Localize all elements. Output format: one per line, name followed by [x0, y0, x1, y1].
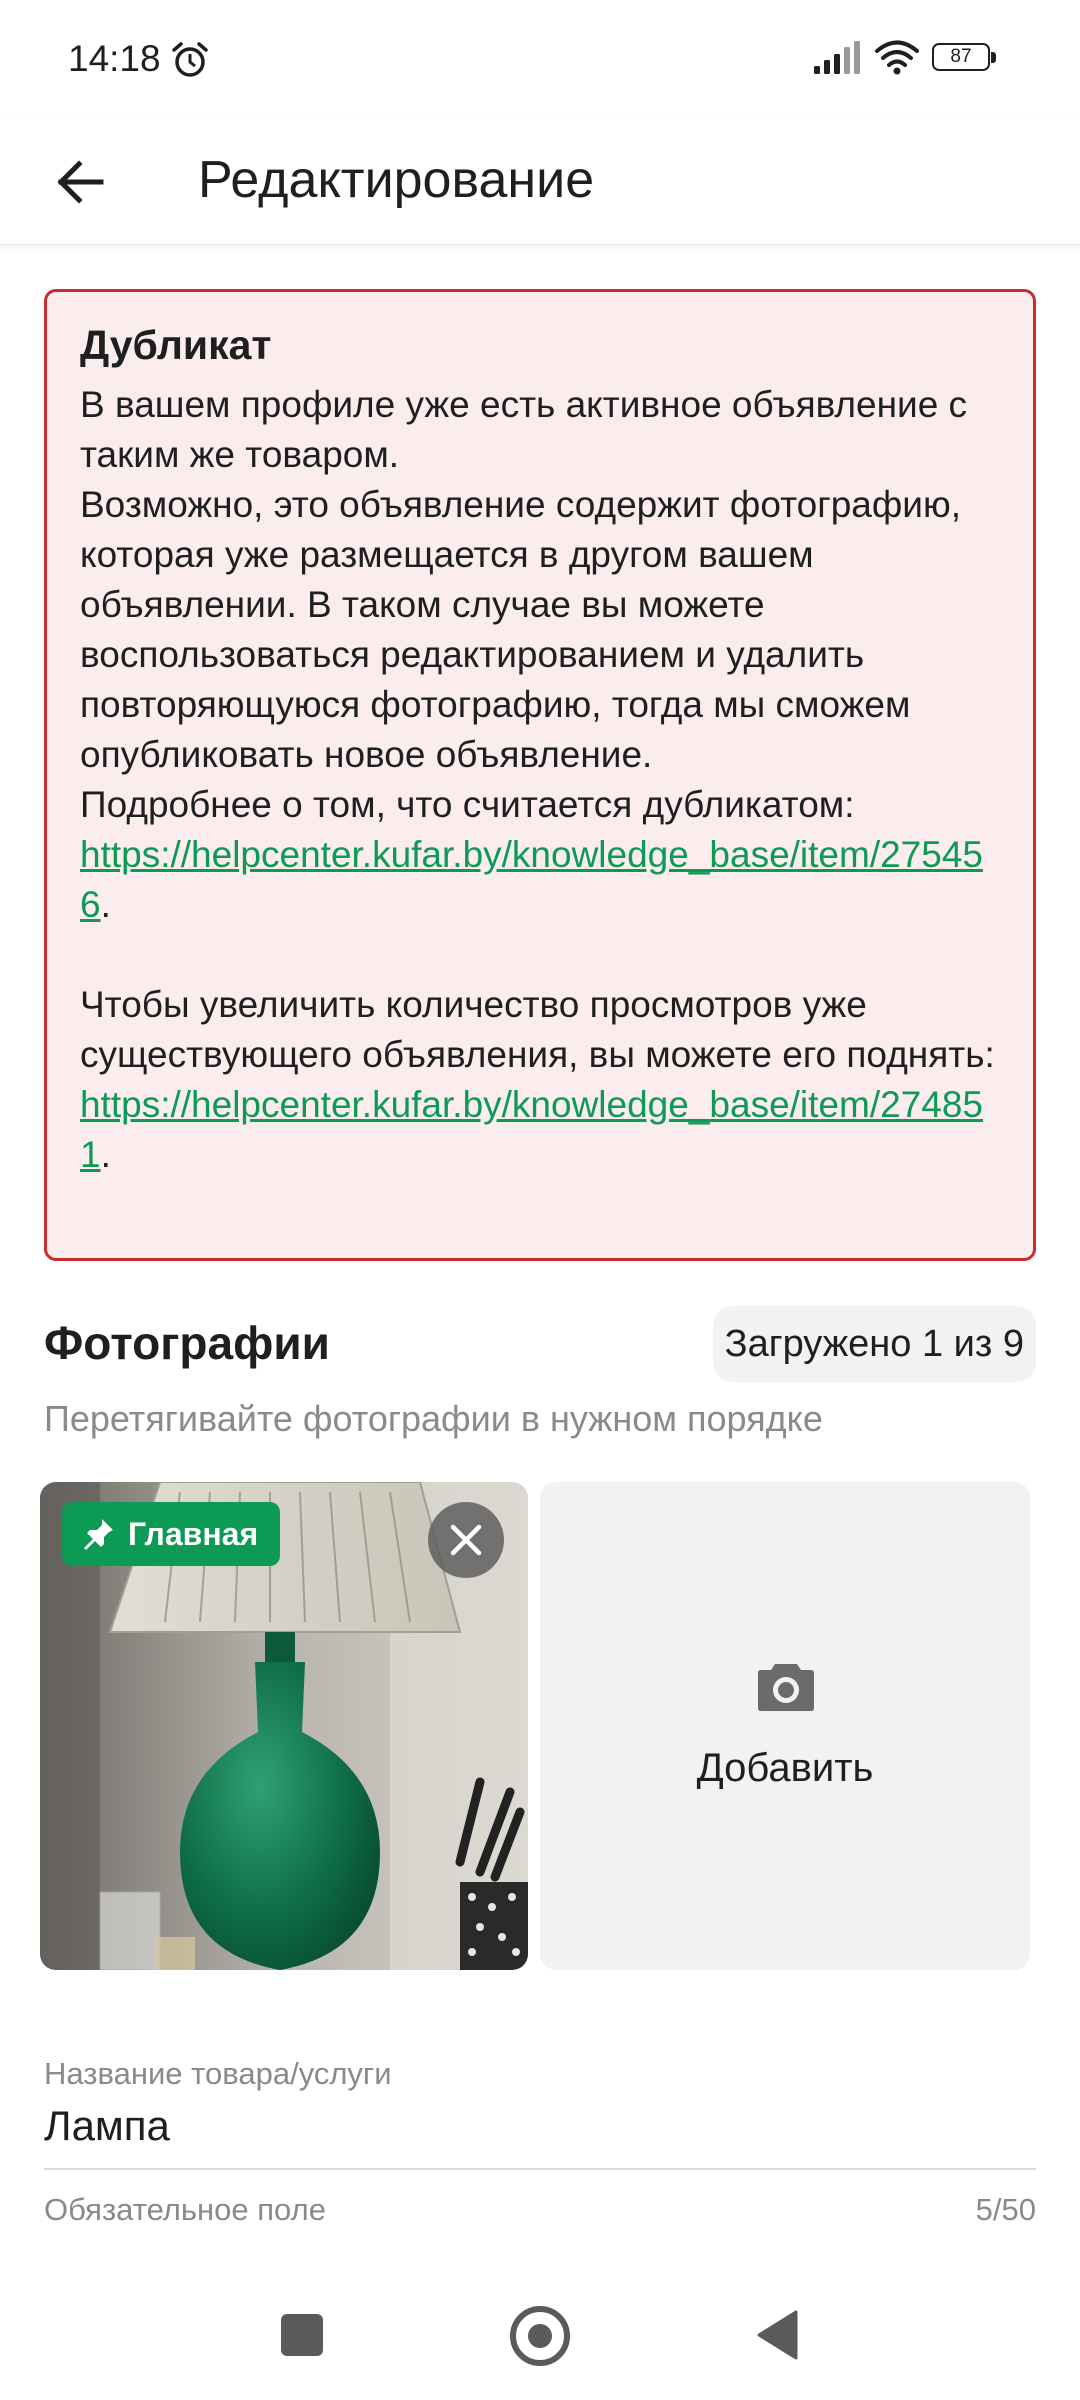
alert-text-3: Подробнее о том, что считается дубликато…: [80, 780, 1001, 930]
photos-header: Фотографии Загружено 1 из 9: [44, 1306, 1036, 1382]
remove-photo-button[interactable]: [428, 1502, 504, 1578]
title-field-label: Название товара/услуги: [44, 2056, 392, 2091]
signal-icon: [814, 41, 860, 74]
duplicate-help-link[interactable]: https://helpcenter.kufar.by/knowledge_ba…: [80, 834, 983, 925]
system-nav-bar: [0, 2290, 1080, 2400]
app-bar: Редактирование: [0, 120, 1080, 245]
alert-text-2: Возможно, это объявление содержит фотогр…: [80, 484, 961, 775]
period-1: .: [100, 884, 111, 925]
battery-icon: 87: [932, 43, 998, 73]
add-photo-button[interactable]: Добавить: [540, 1482, 1030, 1970]
title-field-counter: 5/50: [975, 2192, 1036, 2227]
period-2: .: [100, 1134, 111, 1175]
nav-back-icon[interactable]: [756, 2310, 798, 2360]
photos-hint: Перетягивайте фотографии в нужном порядк…: [44, 1398, 823, 1439]
alert-text-4-label: Чтобы увеличить количество просмотров уж…: [80, 984, 995, 1075]
page-title: Редактирование: [198, 151, 595, 209]
add-photo-label: Добавить: [696, 1746, 874, 1790]
main-photo-badge: Главная: [62, 1502, 281, 1566]
raise-help-link[interactable]: https://helpcenter.kufar.by/knowledge_ba…: [80, 1084, 983, 1175]
main-badge-label: Главная: [128, 1515, 259, 1552]
duplicate-alert: Дубликат В вашем профиле уже есть активн…: [44, 289, 1036, 1261]
alarm-icon: [172, 42, 208, 77]
upload-count-badge: Загружено 1 из 9: [712, 1306, 1036, 1382]
camera-icon: [758, 1664, 814, 1711]
alert-title: Дубликат: [80, 322, 272, 368]
title-field-helper: Обязательное поле: [44, 2192, 326, 2227]
battery-level: 87: [932, 43, 990, 71]
close-icon: [450, 1524, 482, 1556]
photo-thumbnail[interactable]: Главная: [40, 1482, 528, 1970]
back-button[interactable]: [40, 142, 120, 222]
recents-button[interactable]: [281, 2314, 323, 2356]
title-field-input[interactable]: Лампа: [44, 2102, 170, 2150]
status-bar: 14:18 87: [0, 0, 1080, 120]
alert-text-1: В вашем профиле уже есть активное объявл…: [80, 384, 968, 475]
alert-text-3-label: Подробнее о том, что считается дубликато…: [80, 784, 855, 825]
photos-title: Фотографии: [44, 1317, 330, 1369]
alert-text-4: Чтобы увеличить количество просмотров уж…: [80, 980, 1001, 1180]
wifi-icon: [875, 40, 919, 75]
title-field-underline: [44, 2168, 1036, 2170]
home-button[interactable]: [510, 2306, 570, 2366]
status-time: 14:18: [68, 38, 161, 79]
pin-icon: [84, 1519, 113, 1550]
back-arrow-icon: [57, 160, 104, 204]
